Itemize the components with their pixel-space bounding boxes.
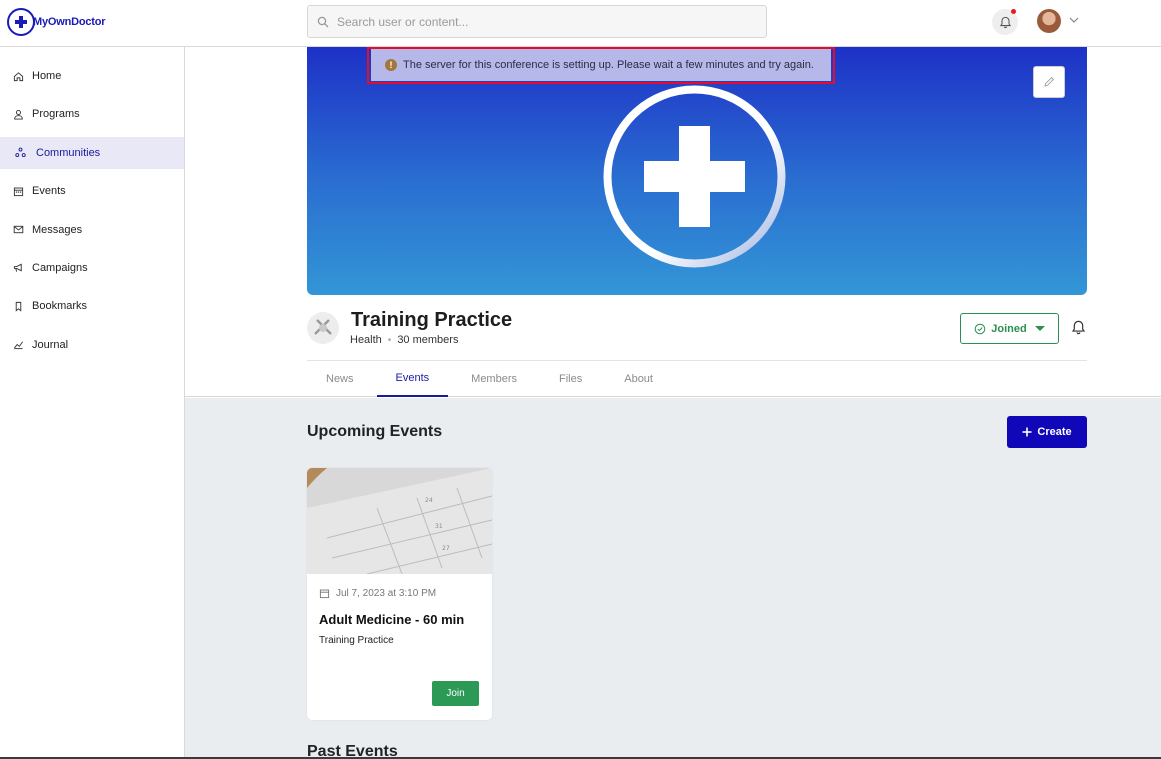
sidebar-item-bookmarks[interactable]: Bookmarks [0,290,184,322]
sidebar-item-campaigns[interactable]: Campaigns [0,252,184,284]
search-bar[interactable] [307,5,767,38]
event-date: Jul 7, 2023 at 3:10 PM [319,588,436,599]
event-card[interactable]: 24 31 27 Jul 7, 2023 at 3:10 PM Adult Me… [307,468,492,720]
sidebar-item-journal[interactable]: Journal [0,329,184,361]
pencil-icon [1044,76,1055,87]
community-header: ! The server for this conference is sett… [185,47,1161,397]
event-title[interactable]: Adult Medicine - 60 min [319,612,464,627]
tab-files[interactable]: Files [540,361,601,397]
separator-dot: • [387,334,392,346]
calendar-icon [13,187,24,196]
sidebar-item-label: Communities [36,146,101,159]
event-date-text: Jul 7, 2023 at 3:10 PM [336,588,437,599]
bookmark-icon [15,301,22,312]
community-meta: Health • 30 members [350,334,458,346]
alert-message: The server for this conference is settin… [403,59,814,71]
event-community: Training Practice [319,635,394,646]
community-logo-icon [308,313,338,343]
svg-text:24: 24 [425,497,433,504]
sidebar-item-label: Messages [32,223,83,236]
tab-about[interactable]: About [605,361,672,397]
svg-text:27: 27 [442,545,450,552]
sidebar-item-events[interactable]: Events [0,175,184,207]
chart-icon [14,341,24,350]
community-notifications-bell-icon[interactable] [1071,320,1086,335]
search-input[interactable] [337,14,737,29]
community-banner [307,47,1087,295]
campaign-icon [13,264,22,273]
sidebar-item-label: Bookmarks [32,300,88,313]
tab-news[interactable]: News [307,361,373,397]
events-content: Upcoming Events Create 24 31 27 Jul 7, 2… [185,398,1161,759]
top-bar: MyOwnDoctor [0,0,1161,47]
sidebar-item-communities[interactable]: Communities [0,136,184,169]
plus-icon [1022,427,1032,437]
join-event-button[interactable]: Join [432,681,479,706]
joined-dropdown-button[interactable]: Joined [960,313,1059,344]
sidebar-item-home[interactable]: Home [0,60,184,92]
community-title: Training Practice [351,309,513,331]
calendar-icon [319,589,330,599]
sidebar-item-label: Campaigns [32,261,88,274]
calendar-photo-icon: 24 31 27 [307,468,492,574]
upcoming-events-title: Upcoming Events [307,423,443,440]
community-tabs: News Events Members Files About [307,361,676,397]
server-setup-alert: ! The server for this conference is sett… [371,49,831,81]
sidebar-item-messages[interactable]: Messages [0,214,184,246]
tab-members[interactable]: Members [452,361,536,397]
medical-cross-icon [603,85,786,268]
caret-down-icon [1034,326,1045,331]
warning-icon: ! [385,59,397,71]
sidebar-item-label: Programs [32,108,80,121]
avatar[interactable] [1037,9,1061,33]
community-members-count: 30 members [397,334,459,346]
bell-icon [999,16,1011,28]
sidebar-item-programs[interactable]: Programs [0,98,184,130]
sidebar-item-label: Events [32,185,66,198]
community-category: Health [350,334,382,346]
search-icon [317,16,329,27]
check-circle-icon [974,323,986,334]
joined-label: Joined [991,322,1027,335]
sidebar-item-label: Home [32,70,62,82]
unread-dot [1011,9,1016,14]
brand-logo[interactable]: MyOwnDoctor [7,8,106,36]
logo-cross-icon [7,8,35,36]
notifications-button[interactable] [992,9,1018,35]
create-event-button[interactable]: Create [1007,416,1087,448]
brand-name: MyOwnDoctor [33,16,106,28]
main-content: ! The server for this conference is sett… [185,47,1161,759]
chevron-down-icon[interactable] [1068,14,1080,26]
event-image: 24 31 27 [307,468,492,574]
home-icon [13,71,24,81]
community-logo [307,312,339,344]
svg-text:31: 31 [435,523,443,530]
edit-banner-button[interactable] [1033,66,1065,98]
mail-icon [13,225,24,234]
create-label: Create [1037,426,1072,438]
sidebar-item-label: Journal [32,338,69,351]
sidebar: Home Programs Communities Events Message… [0,47,185,759]
communities-icon [15,147,26,158]
user-icon [14,109,23,120]
tab-events[interactable]: Events [376,361,449,397]
